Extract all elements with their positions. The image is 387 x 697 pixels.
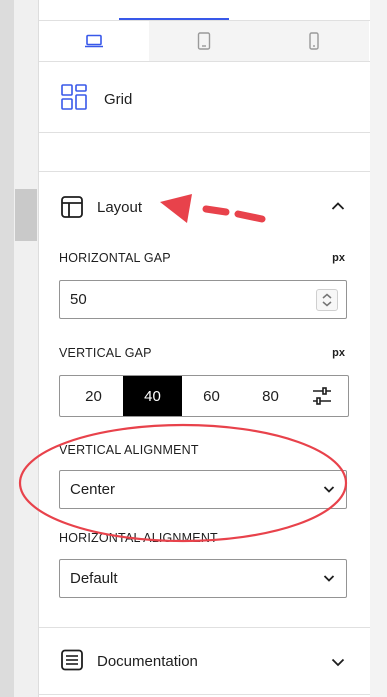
vertical-gap-unit[interactable]: px (332, 347, 345, 359)
documentation-section-title: Documentation (97, 653, 198, 670)
vertical-alignment-label: VERTICAL ALIGNMENT (59, 443, 199, 457)
block-title: Grid (104, 91, 133, 108)
device-tab-desktop[interactable] (39, 21, 149, 61)
chevron-up-icon (331, 198, 345, 216)
layout-panel-toggle[interactable]: Layout (39, 172, 370, 242)
horizontal-alignment-label: HORIZONTAL ALIGNMENT (59, 531, 218, 545)
horizontal-gap-label: HORIZONTAL GAP (59, 251, 171, 265)
horizontal-alignment-select[interactable]: Default (59, 559, 347, 598)
settings-tabs (39, 0, 370, 21)
scrollbar-thumb[interactable] (15, 189, 37, 241)
documentation-panel-toggle[interactable]: Documentation (39, 628, 370, 697)
device-switcher (39, 21, 370, 62)
panel-right-edge (370, 0, 387, 697)
block-settings-panel: Grid Layout HORIZONTAL GAP px 50 VERTICA… (38, 0, 371, 697)
block-card: Grid (39, 62, 370, 133)
vertical-gap-option-60[interactable]: 60 (182, 376, 241, 416)
vertical-gap-option-20[interactable]: 20 (64, 376, 123, 416)
number-spinner[interactable] (316, 289, 338, 311)
vertical-gap-option-80[interactable]: 80 (241, 376, 300, 416)
custom-value-button[interactable] (296, 376, 348, 416)
documentation-icon (60, 648, 84, 677)
horizontal-gap-value[interactable]: 50 (70, 291, 87, 308)
panel-spacer (39, 133, 370, 172)
grid-block-icon (61, 84, 87, 115)
mobile-icon (309, 32, 319, 50)
editor-canvas-edge (0, 0, 14, 697)
section-divider (39, 694, 370, 695)
vertical-gap-option-40[interactable]: 40 (123, 376, 182, 416)
tablet-icon (197, 32, 211, 50)
scrollbar-track[interactable] (14, 0, 38, 697)
device-tab-tablet[interactable] (149, 21, 259, 61)
active-tab-indicator (119, 18, 229, 20)
chevron-down-icon (322, 571, 336, 589)
sliders-icon (313, 387, 331, 405)
vertical-alignment-value: Center (70, 481, 116, 498)
horizontal-gap-input[interactable]: 50 (59, 280, 347, 319)
horizontal-gap-unit[interactable]: px (332, 252, 345, 264)
chevron-down-icon (331, 654, 345, 672)
layout-section-title: Layout (97, 199, 143, 216)
device-tab-mobile[interactable] (259, 21, 369, 61)
horizontal-alignment-value: Default (70, 570, 118, 587)
chevron-down-icon (322, 482, 336, 500)
vertical-gap-toggle-group: 20 40 60 80 (59, 375, 349, 417)
layout-icon (60, 195, 84, 224)
vertical-gap-label: VERTICAL GAP (59, 346, 152, 360)
desktop-icon (85, 34, 103, 48)
vertical-alignment-select[interactable]: Center (59, 470, 347, 509)
